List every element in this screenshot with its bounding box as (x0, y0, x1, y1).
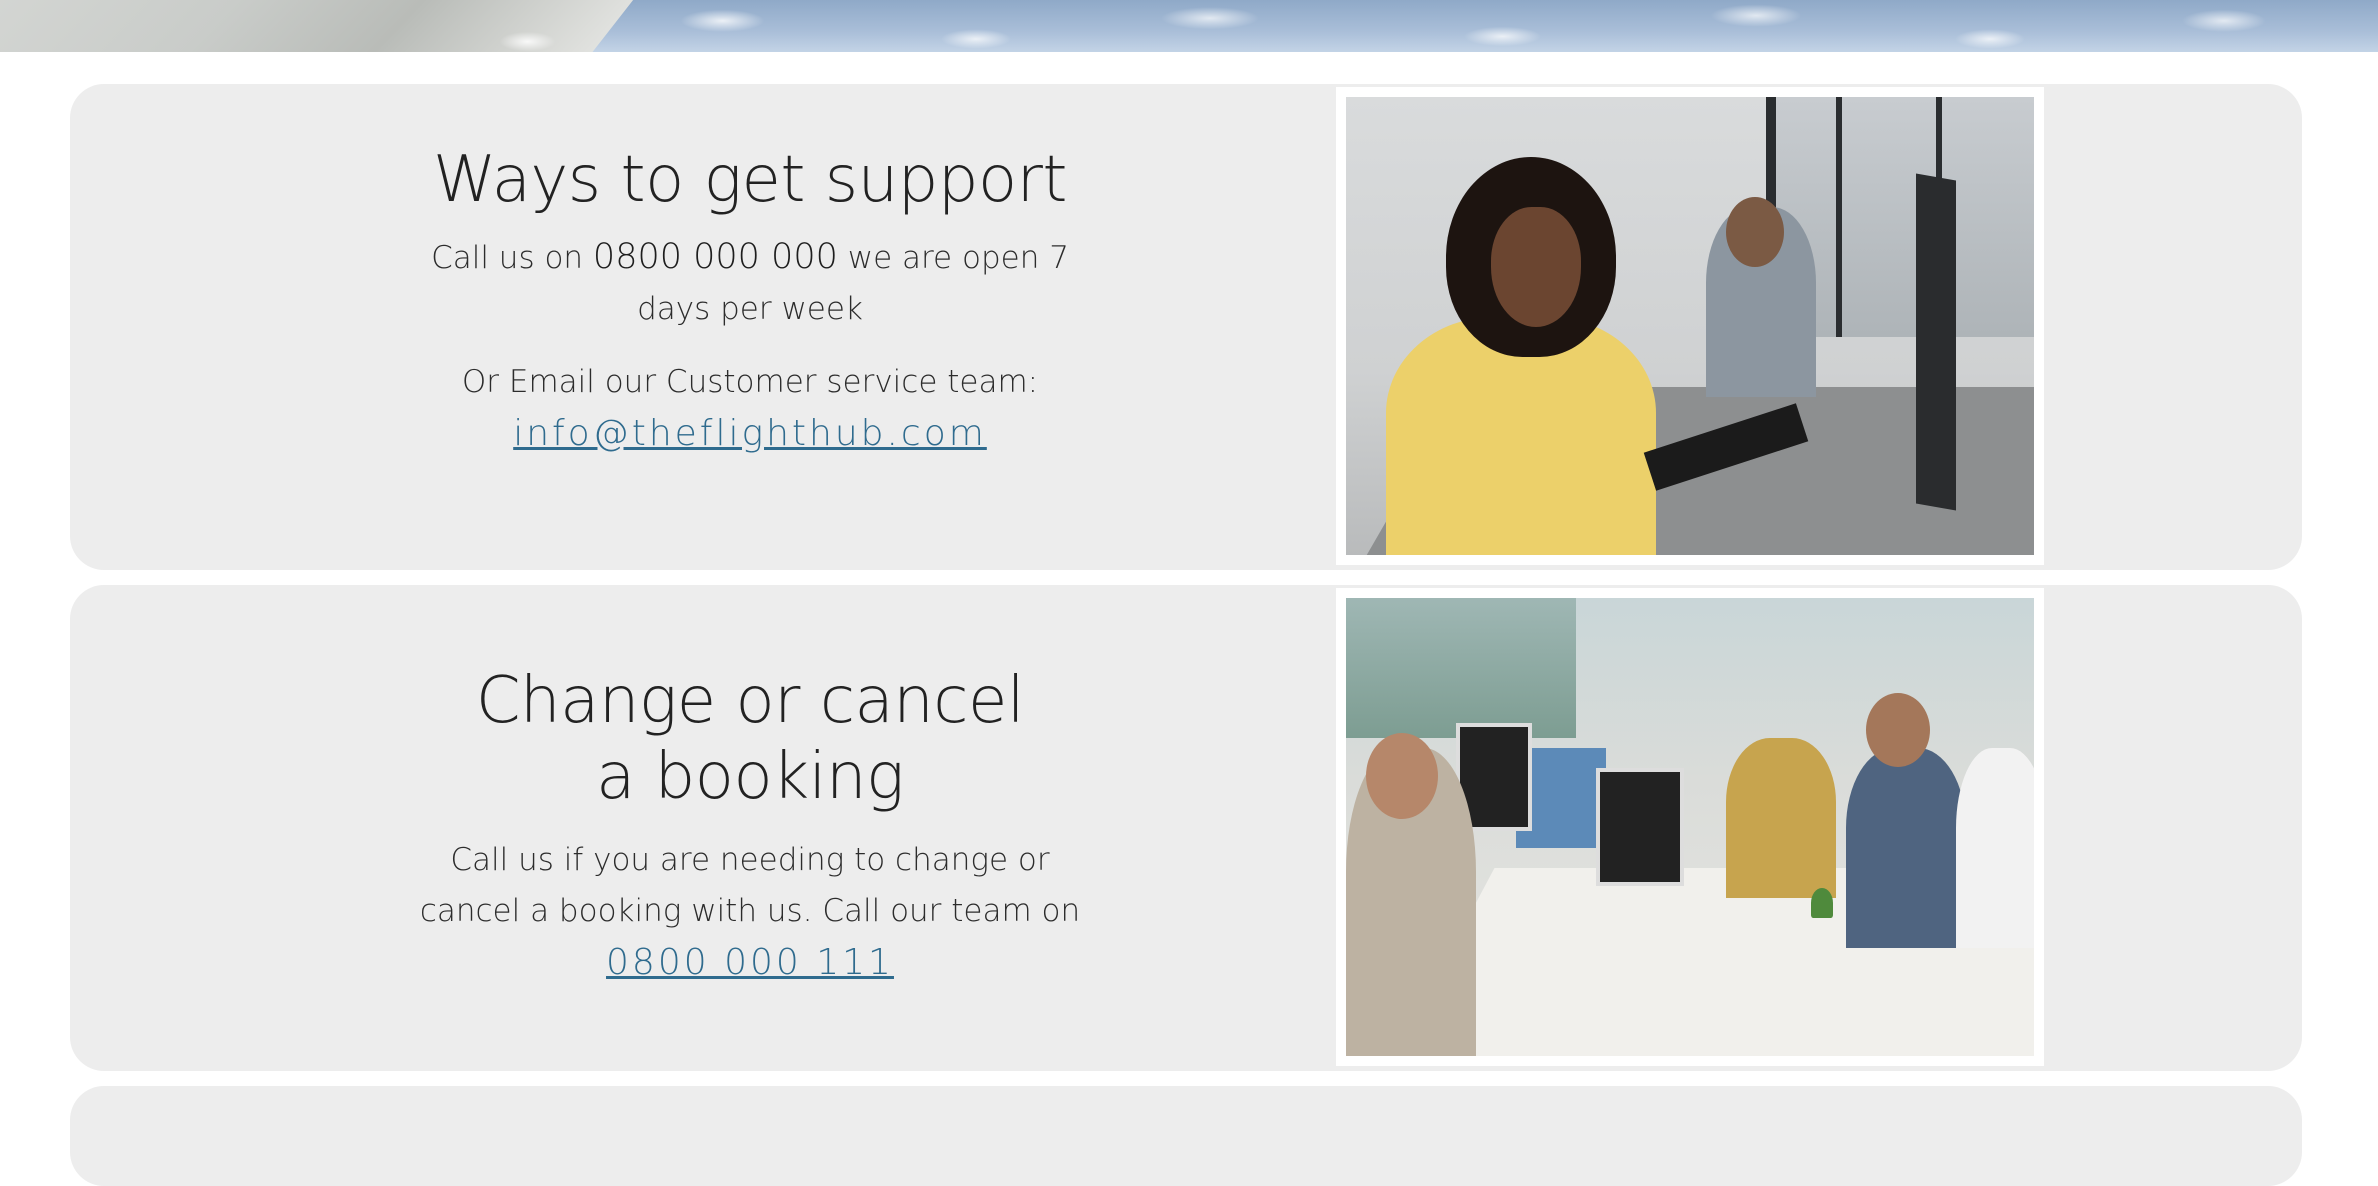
plant (1811, 888, 1833, 918)
office-team-photo (1346, 598, 2034, 1056)
change-booking-paragraph: Call us if you are needing to change or … (410, 835, 1090, 990)
support-phone-prefix: Call us on (431, 240, 593, 276)
support-text-column: Ways to get support Call us on 0800 000 … (320, 142, 1180, 461)
support-email-paragraph: Or Email our Customer service team: info… (390, 357, 1110, 461)
support-email-link[interactable]: info@theflighthub.com (513, 413, 987, 454)
change-booking-card: Change or cancel a booking Call us if yo… (70, 585, 2302, 1071)
person-2 (1726, 738, 1836, 898)
person-3-head (1866, 693, 1930, 767)
change-booking-text-column: Change or cancel a booking Call us if yo… (320, 663, 1180, 990)
support-phone-number: 0800 000 000 (592, 237, 838, 277)
next-card (70, 1086, 2302, 1186)
woman-face (1491, 207, 1581, 327)
support-team-photo (1346, 97, 2034, 555)
change-booking-body: Call us if you are needing to change or … (419, 842, 1081, 929)
support-photo-frame (1336, 87, 2044, 565)
change-booking-heading: Change or cancel a booking (475, 664, 1025, 814)
support-email-label: Or Email our Customer service team: (461, 364, 1039, 400)
change-booking-phone-link[interactable]: 0800 000 111 (606, 942, 894, 983)
change-booking-photo-frame (1336, 588, 2044, 1066)
monitor (1916, 173, 1956, 511)
support-card: Ways to get support Call us on 0800 000 … (70, 84, 2302, 570)
person-3 (1846, 748, 1966, 948)
person-4 (1956, 748, 2034, 948)
man-head (1726, 197, 1784, 267)
office-window (1346, 598, 1576, 738)
support-heading: Ways to get support (433, 143, 1068, 217)
monitor-2 (1596, 768, 1684, 886)
clouds-image (430, 0, 2378, 52)
support-phone-paragraph: Call us on 0800 000 000 we are open 7 da… (390, 232, 1110, 335)
hero-banner (0, 0, 2378, 52)
person-1-head (1366, 733, 1438, 819)
